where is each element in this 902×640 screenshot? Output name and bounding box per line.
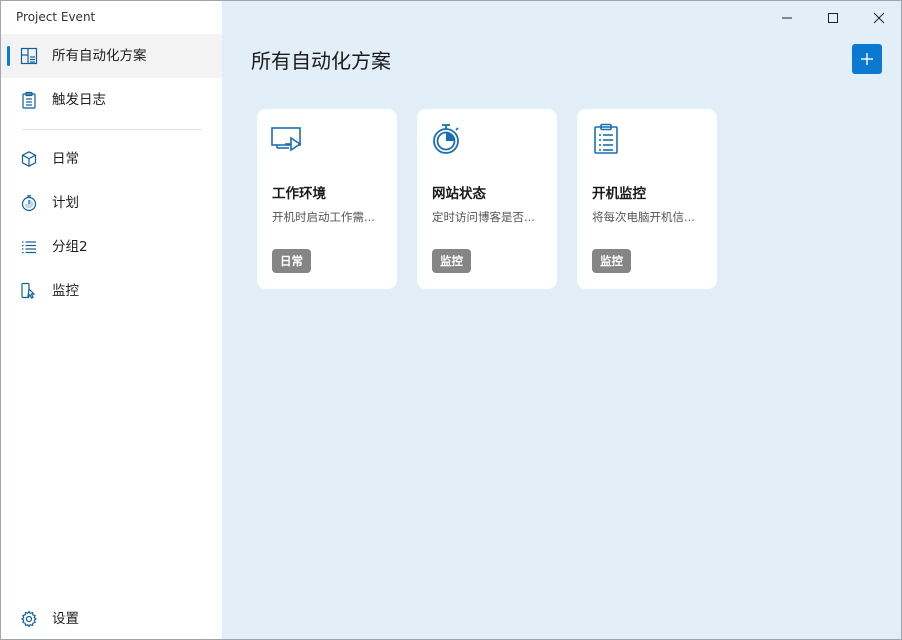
close-button[interactable] <box>856 1 901 35</box>
close-icon <box>873 12 885 24</box>
card-description: 定时访问博客是否... <box>432 210 535 224</box>
monitor-pointer-icon <box>19 281 39 301</box>
sidebar-item-daily[interactable]: 日常 <box>1 137 222 181</box>
automation-card-work-env[interactable]: 工作环境 开机时启动工作需... 日常 <box>257 109 397 289</box>
sidebar-item-label: 计划 <box>52 195 79 211</box>
card-description: 开机时启动工作需... <box>272 210 375 224</box>
sidebar-item-group2[interactable]: 分组2 <box>1 225 222 269</box>
card-tag: 日常 <box>272 249 311 273</box>
window-controls <box>764 1 901 35</box>
timer-icon <box>431 123 463 155</box>
dashboard-icon <box>19 46 39 66</box>
minimize-button[interactable] <box>764 1 810 35</box>
sidebar-item-label: 分组2 <box>52 239 88 255</box>
page-title: 所有自动化方案 <box>251 49 391 73</box>
maximize-button[interactable] <box>810 1 856 35</box>
card-title: 工作环境 <box>272 186 326 202</box>
maximize-icon <box>828 13 838 23</box>
card-description: 将每次电脑开机信... <box>592 210 695 224</box>
sidebar-item-trigger-log[interactable]: 触发日志 <box>1 78 222 122</box>
sidebar-item-label: 监控 <box>52 283 79 299</box>
add-automation-button[interactable] <box>852 44 882 74</box>
card-title: 开机监控 <box>592 186 646 202</box>
automation-card-site-status[interactable]: 网站状态 定时访问博客是否... 监控 <box>417 109 557 289</box>
sidebar-divider <box>22 129 202 130</box>
card-title: 网站状态 <box>432 186 486 202</box>
sidebar-item-plan[interactable]: 计划 <box>1 181 222 225</box>
app-window: Project Event 所有自动化方案 触发日志 日常 计划 分组2 监控 … <box>0 0 902 640</box>
sidebar-item-label: 所有自动化方案 <box>52 48 147 64</box>
card-tag: 监控 <box>432 249 471 273</box>
sidebar: Project Event 所有自动化方案 触发日志 日常 计划 分组2 监控 … <box>1 1 222 639</box>
sidebar-item-all-automations[interactable]: 所有自动化方案 <box>1 34 222 78</box>
clipboard-list-icon <box>591 123 623 155</box>
active-indicator <box>7 46 10 66</box>
sidebar-item-label: 日常 <box>52 151 79 167</box>
plus-icon <box>861 53 873 65</box>
list-icon <box>19 237 39 257</box>
app-title: Project Event <box>16 10 96 24</box>
minimize-icon <box>782 17 792 19</box>
main-content: 所有自动化方案 工作环境 开机时启动工作需... 日常 网站状态 定时访问博客是… <box>222 1 901 639</box>
timer-icon <box>19 193 39 213</box>
monitor-arrow-icon <box>271 123 303 155</box>
cube-icon <box>19 149 39 169</box>
sidebar-item-settings[interactable]: 设置 <box>1 597 222 639</box>
automation-card-boot-monitor[interactable]: 开机监控 将每次电脑开机信... 监控 <box>577 109 717 289</box>
clipboard-icon <box>19 90 39 110</box>
sidebar-item-monitor[interactable]: 监控 <box>1 269 222 313</box>
gear-icon <box>19 609 39 629</box>
sidebar-item-label: 设置 <box>52 611 79 627</box>
sidebar-item-label: 触发日志 <box>52 92 106 108</box>
card-tag: 监控 <box>592 249 631 273</box>
